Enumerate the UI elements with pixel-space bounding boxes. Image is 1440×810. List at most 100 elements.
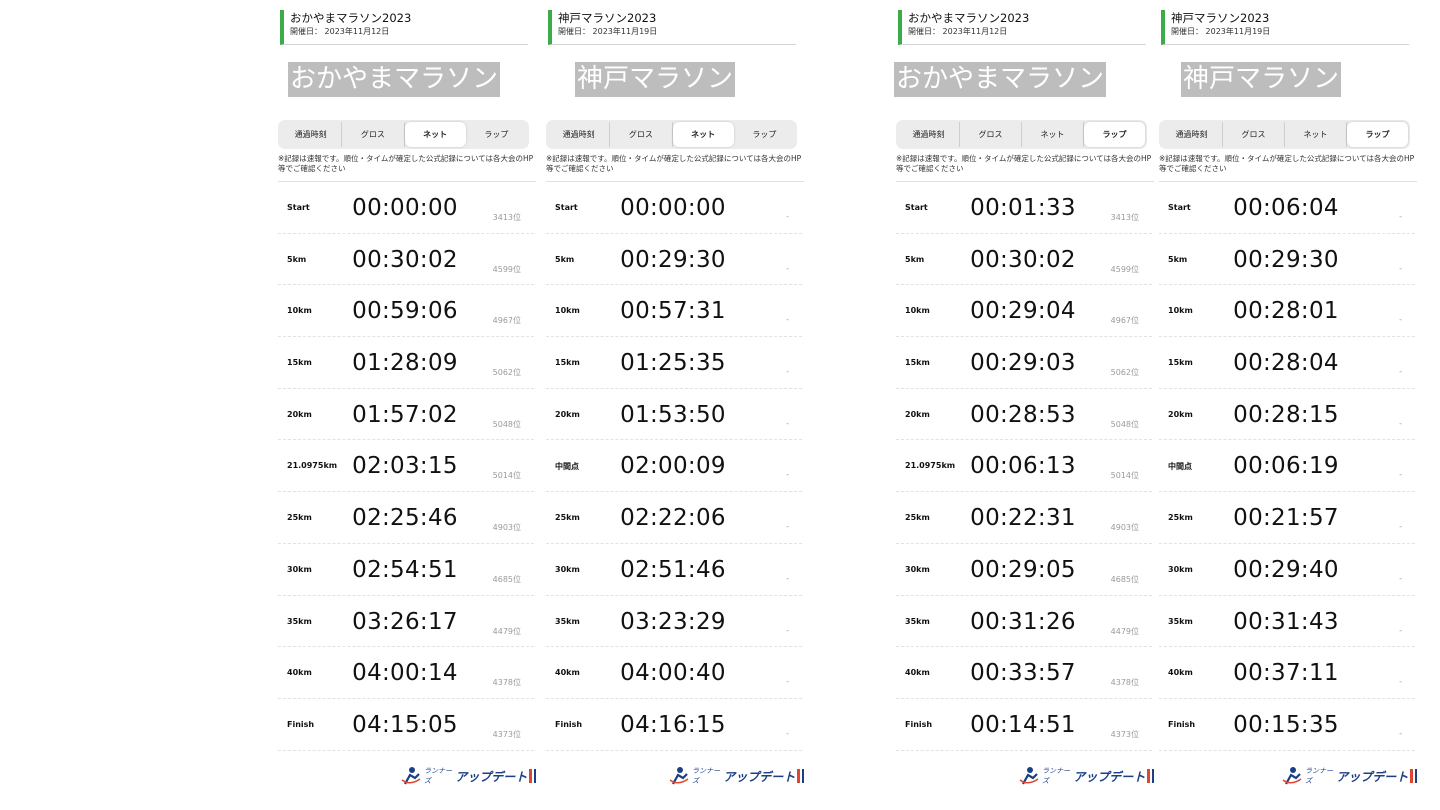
- split-point: 40km: [287, 668, 312, 678]
- split-rank: -: [1399, 367, 1402, 377]
- split-point: Start: [905, 203, 928, 212]
- split-row: Finish 00:15:35 -: [1159, 699, 1415, 751]
- event-header: 神戸マラソン2023 開催日： 2023年11月19日: [1161, 10, 1409, 45]
- split-point: 30km: [905, 564, 930, 574]
- split-row: 中間点 02:00:09 -: [546, 440, 802, 493]
- logo-bar-icon: [1147, 769, 1154, 783]
- split-row: 15km 01:25:35 -: [546, 337, 802, 389]
- split-row: 5km 00:29:30 -: [546, 234, 802, 286]
- tab-passing-time[interactable]: 通過時刻: [898, 122, 960, 147]
- split-rank: 4685位: [492, 574, 521, 584]
- split-row: 5km 00:29:30 -: [1159, 234, 1415, 286]
- split-point: 10km: [555, 306, 580, 316]
- split-point: Finish: [1168, 719, 1196, 729]
- split-time: 04:00:40: [620, 660, 726, 687]
- split-rank: 4373位: [1110, 729, 1139, 739]
- event-header: おかやまマラソン2023 開催日： 2023年11月12日: [898, 10, 1146, 45]
- split-rank: 5062位: [492, 368, 521, 378]
- split-point: Finish: [905, 719, 933, 729]
- runner-logo-icon: [1281, 766, 1303, 786]
- split-time: 00:29:40: [1233, 556, 1339, 583]
- event-title: おかやまマラソン2023: [290, 11, 412, 25]
- disclaimer-note: ※記録は速報です。順位・タイムが確定した公式記録については各大会のHP等でご確認…: [896, 154, 1154, 182]
- split-time: 00:33:57: [970, 660, 1076, 687]
- tab-gross[interactable]: グロス: [342, 122, 405, 147]
- split-list: Start 00:00:00-5km 00:29:30-10km 00:57:31-1…: [546, 182, 802, 751]
- split-rank: 5048位: [492, 419, 521, 429]
- split-time: 02:00:09: [620, 453, 726, 480]
- tab-net[interactable]: ネット: [672, 122, 734, 147]
- event-date: 開催日： 2023年11月12日: [908, 27, 1008, 36]
- split-time: 02:03:15: [352, 453, 458, 480]
- logo-small-text: ランナーズ: [1042, 767, 1070, 785]
- result-panel-2: 神戸マラソン2023 開催日： 2023年11月19日 神戸マラソン 通過時刻グ…: [546, 0, 804, 810]
- runners-update-logo: ランナーズ アップデート: [400, 765, 536, 787]
- tab-lap[interactable]: ラップ: [1347, 122, 1408, 147]
- tab-passing-time[interactable]: 通過時刻: [1161, 122, 1223, 147]
- tab-net[interactable]: ネット: [404, 122, 466, 147]
- split-row: Start 00:00:00 3413位: [278, 182, 534, 234]
- split-time: 00:28:04: [1233, 350, 1339, 377]
- split-row: 40km 04:00:40 -: [546, 647, 802, 699]
- split-time: 00:28:01: [1233, 298, 1339, 325]
- split-point: 10km: [905, 306, 930, 316]
- tab-passing-time[interactable]: 通過時刻: [280, 122, 343, 147]
- split-rank: -: [786, 522, 789, 532]
- split-point: 15km: [287, 358, 312, 368]
- split-rank: 5048位: [1110, 419, 1139, 429]
- split-row: 35km 03:23:29 -: [546, 596, 802, 648]
- logo-main-text: アップデート: [455, 769, 528, 784]
- tab-net[interactable]: ネット: [1285, 122, 1347, 147]
- split-point: 30km: [555, 564, 580, 574]
- split-rank: 4967位: [1110, 316, 1139, 326]
- disclaimer-note: ※記録は速報です。順位・タイムが確定した公式記録については各大会のHP等でご確認…: [1159, 154, 1417, 182]
- tab-gross[interactable]: グロス: [1223, 122, 1285, 147]
- split-rank: -: [786, 418, 789, 428]
- logo-bar-icon: [1410, 769, 1417, 783]
- split-rank: -: [786, 315, 789, 325]
- split-time: 00:29:30: [1233, 246, 1339, 273]
- split-rank: -: [1399, 315, 1402, 325]
- split-row: 30km 02:54:51 4685位: [278, 544, 534, 596]
- runner-logo-icon: [1018, 766, 1040, 786]
- tab-net[interactable]: ネット: [1022, 122, 1084, 147]
- tab-gross[interactable]: グロス: [960, 122, 1022, 147]
- split-rank: 3413位: [492, 213, 521, 222]
- split-row: 30km 00:29:05 4685位: [896, 544, 1152, 596]
- split-row: 35km 00:31:43 -: [1159, 596, 1415, 648]
- split-point: Start: [555, 203, 578, 212]
- split-time: 00:00:00: [620, 195, 726, 221]
- split-time: 01:57:02: [352, 401, 458, 428]
- split-row: Finish 04:16:15 -: [546, 699, 802, 751]
- tab-lap[interactable]: ラップ: [734, 122, 795, 147]
- tab-passing-time[interactable]: 通過時刻: [548, 122, 611, 147]
- split-rank: 5014位: [1110, 471, 1139, 481]
- split-row: 25km 00:21:57 -: [1159, 492, 1415, 544]
- split-time: 03:26:17: [352, 608, 458, 635]
- split-time: 00:29:03: [970, 350, 1076, 377]
- split-list: Start 00:01:33 3413位 5km 00:30:02 4599位 10km 00…: [896, 182, 1152, 751]
- logo-bar-icon: [797, 769, 804, 783]
- split-point: 35km: [1168, 616, 1193, 626]
- split-row: 中間点 00:06:19 -: [1159, 440, 1415, 493]
- logo-small-text: ランナーズ: [692, 767, 720, 785]
- disclaimer-note: ※記録は速報です。順位・タイムが確定した公式記録については各大会のHP等でご確認…: [546, 154, 804, 182]
- tab-lap[interactable]: ラップ: [466, 122, 527, 147]
- split-rank: 4685位: [1110, 574, 1139, 584]
- split-point: 中間点: [1168, 462, 1192, 472]
- split-time: 00:22:31: [970, 505, 1076, 532]
- split-rank: -: [786, 470, 789, 480]
- split-time: 02:51:46: [620, 556, 726, 583]
- split-time: 00:30:02: [352, 246, 458, 273]
- split-rank: -: [786, 212, 789, 221]
- event-header: 神戸マラソン2023 開催日： 2023年11月19日: [548, 10, 796, 45]
- split-point: 30km: [287, 564, 312, 574]
- split-point: 15km: [905, 358, 930, 368]
- split-row: Start 00:01:33 3413位: [896, 182, 1152, 234]
- split-point: Start: [1168, 203, 1191, 212]
- tab-lap[interactable]: ラップ: [1084, 122, 1145, 147]
- split-point: 40km: [905, 668, 930, 678]
- logo-main-text: アップデート: [723, 769, 796, 784]
- tab-gross[interactable]: グロス: [610, 122, 673, 147]
- split-list: Start 00:00:00 3413位 5km 00:30:02 4599位 10km 00…: [278, 182, 534, 751]
